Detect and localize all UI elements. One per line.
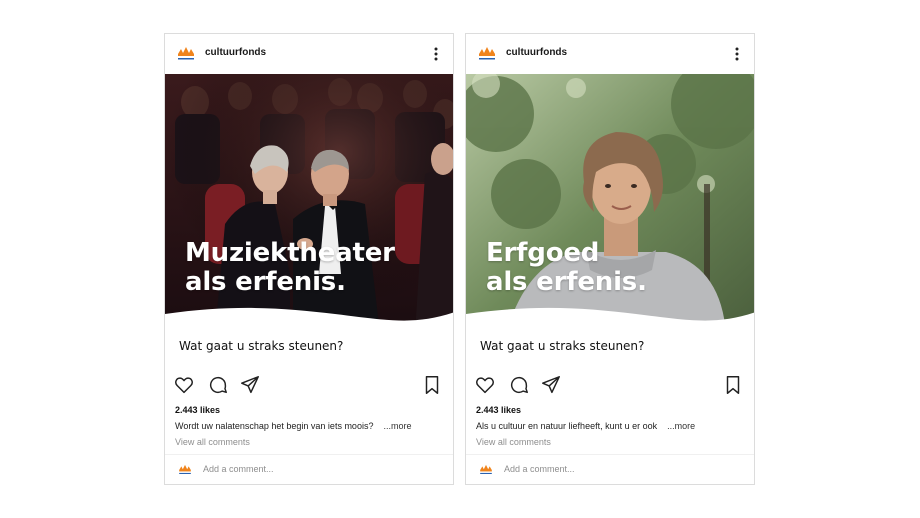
caption-text: Wordt uw nalatenschap het begin van iets…: [175, 421, 374, 431]
action-bar: [165, 374, 453, 398]
caption-more-link[interactable]: ...more: [383, 421, 411, 431]
add-comment-input[interactable]: [504, 461, 704, 477]
post-header: cultuurfonds: [466, 34, 754, 74]
send-icon[interactable]: [540, 374, 562, 396]
post-caption: Wordt uw nalatenschap het begin van iets…: [175, 421, 411, 431]
cultuurfonds-logo-avatar-small: [179, 464, 191, 474]
cultuurfonds-logo-avatar[interactable]: [476, 43, 498, 65]
caption-more-link[interactable]: ...more: [667, 421, 695, 431]
instagram-post-muziektheater: cultuurfonds Muziektheater als erfenis. …: [164, 33, 454, 485]
send-icon[interactable]: [239, 374, 261, 396]
add-comment-input[interactable]: [203, 461, 403, 477]
username[interactable]: cultuurfonds: [205, 47, 266, 58]
comment-icon[interactable]: [207, 374, 229, 396]
view-all-comments-link[interactable]: View all comments: [476, 437, 551, 447]
more-vertical-icon[interactable]: [730, 46, 744, 62]
cultuurfonds-logo-avatar[interactable]: [175, 43, 197, 65]
post-caption: Als u cultuur en natuur liefheeft, kunt …: [476, 421, 695, 431]
post-headline: Erfgoed als erfenis.: [486, 238, 647, 297]
post-image[interactable]: Muziektheater als erfenis.: [165, 74, 453, 334]
likes-count[interactable]: 2.443 likes: [476, 405, 521, 415]
post-question: Wat gaat u straks steunen?: [480, 339, 645, 353]
heart-icon[interactable]: [474, 374, 496, 396]
post-headline: Muziektheater als erfenis.: [185, 238, 395, 297]
add-comment-row: [165, 454, 453, 481]
view-all-comments-link[interactable]: View all comments: [175, 437, 250, 447]
cultuurfonds-logo-avatar-small: [480, 464, 492, 474]
more-vertical-icon[interactable]: [429, 46, 443, 62]
wave-divider: [165, 307, 453, 334]
username[interactable]: cultuurfonds: [506, 47, 567, 58]
add-comment-row: [466, 454, 754, 481]
wave-divider: [466, 307, 754, 334]
post-question: Wat gaat u straks steunen?: [179, 339, 344, 353]
post-image[interactable]: Erfgoed als erfenis.: [466, 74, 754, 334]
comment-icon[interactable]: [508, 374, 530, 396]
heart-icon[interactable]: [173, 374, 195, 396]
post-header: cultuurfonds: [165, 34, 453, 74]
action-bar: [466, 374, 754, 398]
likes-count[interactable]: 2.443 likes: [175, 405, 220, 415]
caption-text: Als u cultuur en natuur liefheeft, kunt …: [476, 421, 658, 431]
bookmark-icon[interactable]: [421, 374, 443, 396]
instagram-post-erfgoed: cultuurfonds Erfgoed als erfenis. Wat ga…: [465, 33, 755, 485]
bookmark-icon[interactable]: [722, 374, 744, 396]
